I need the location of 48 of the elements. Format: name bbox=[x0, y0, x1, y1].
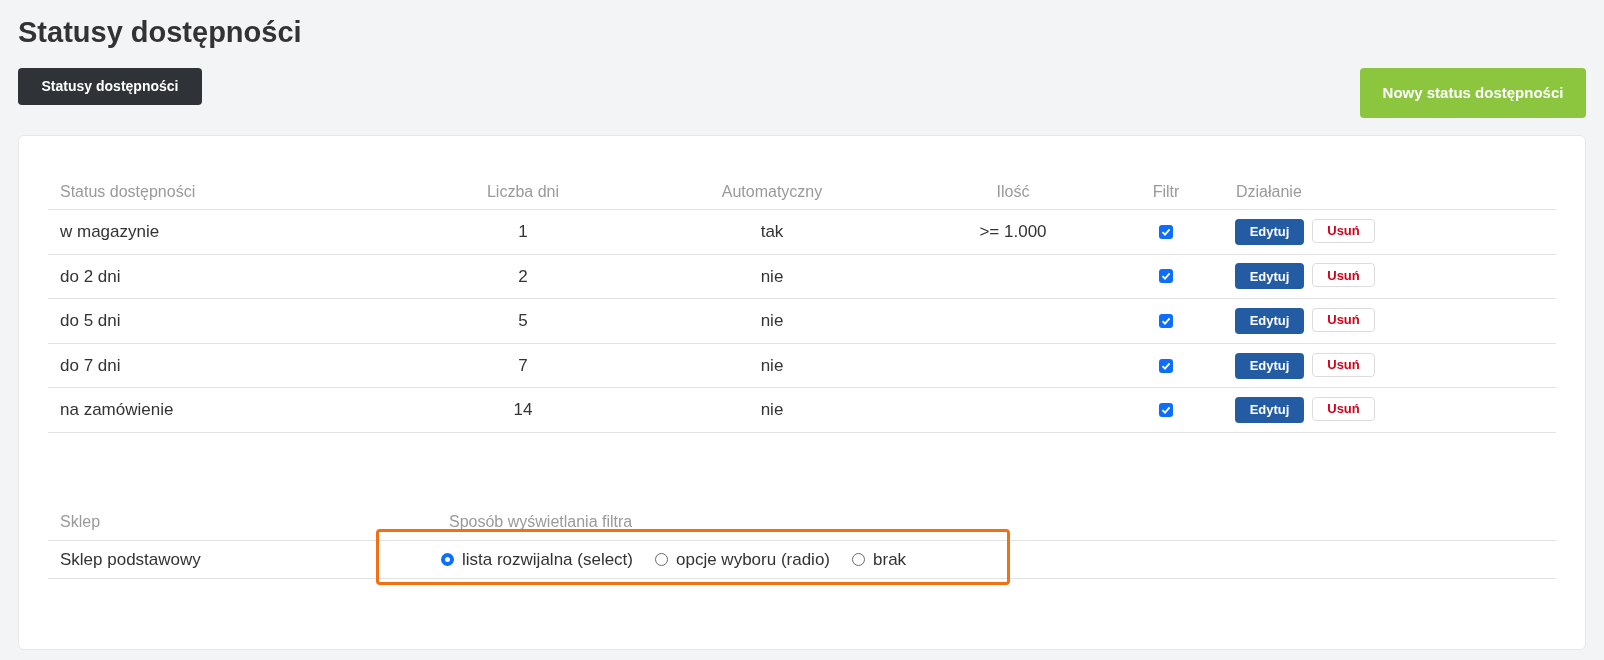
table-cell: do 2 dni bbox=[60, 266, 121, 286]
delete-button[interactable]: Usuń bbox=[1312, 397, 1375, 422]
table-cell: nie bbox=[760, 266, 784, 286]
table-cell: 2 bbox=[518, 266, 528, 286]
column-header: Automatyczny bbox=[721, 182, 823, 200]
filter-checkbox[interactable] bbox=[1159, 403, 1173, 418]
table-cell: na zamówienie bbox=[60, 400, 174, 420]
table-cell: 5 bbox=[518, 311, 528, 331]
delete-button[interactable]: Usuń bbox=[1312, 218, 1375, 243]
page-title: Statusy dostępności bbox=[18, 15, 303, 50]
table-cell: >= 1.000 bbox=[979, 222, 1047, 242]
table-cell: 1 bbox=[518, 222, 528, 242]
filter-checkbox[interactable] bbox=[1159, 269, 1173, 284]
column-header: Status dostępności bbox=[60, 182, 196, 200]
table-cell: nie bbox=[760, 311, 784, 331]
table-cell: Sklep podstawowy bbox=[60, 549, 201, 569]
edit-button[interactable]: Edytuj bbox=[1235, 263, 1304, 290]
table-cell: nie bbox=[760, 355, 784, 375]
column-header: Sposób wyświetlania filtra bbox=[449, 513, 633, 531]
column-header: Liczba dni bbox=[486, 182, 559, 200]
filter-checkbox[interactable] bbox=[1159, 224, 1173, 239]
radio-icon[interactable] bbox=[852, 552, 865, 566]
table-cell: 14 bbox=[513, 400, 533, 420]
edit-button[interactable]: Edytuj bbox=[1235, 308, 1304, 334]
filter-checkbox[interactable] bbox=[1159, 358, 1173, 373]
delete-button[interactable]: Usuń bbox=[1312, 308, 1375, 332]
table-cell: 7 bbox=[518, 355, 528, 375]
edit-button[interactable]: Edytuj bbox=[1235, 218, 1304, 245]
column-header: Ilość bbox=[996, 182, 1030, 200]
table-cell: do 5 dni bbox=[60, 311, 121, 331]
table-cell: w magazynie bbox=[60, 222, 160, 242]
edit-button[interactable]: Edytuj bbox=[1235, 352, 1304, 379]
filter-checkbox[interactable] bbox=[1159, 314, 1173, 328]
radio-option[interactable]: lista rozwijalna (select) bbox=[441, 546, 633, 573]
table-cell: nie bbox=[760, 400, 784, 420]
radio-option[interactable]: brak bbox=[852, 546, 907, 573]
statuses-button[interactable]: Statusy dostępności bbox=[18, 68, 202, 105]
edit-button[interactable]: Edytuj bbox=[1235, 397, 1304, 424]
delete-button[interactable]: Usuń bbox=[1312, 263, 1375, 288]
column-header: Sklep bbox=[60, 513, 101, 531]
column-header: Filtr bbox=[1152, 182, 1180, 200]
table-cell: do 7 dni bbox=[60, 355, 121, 375]
radio-icon[interactable] bbox=[441, 552, 454, 566]
column-header: Działanie bbox=[1236, 182, 1302, 200]
radio-option[interactable]: opcje wyboru (radio) bbox=[655, 546, 830, 573]
radio-icon[interactable] bbox=[655, 552, 668, 566]
delete-button[interactable]: Usuń bbox=[1312, 352, 1375, 377]
table-cell: tak bbox=[760, 222, 784, 242]
